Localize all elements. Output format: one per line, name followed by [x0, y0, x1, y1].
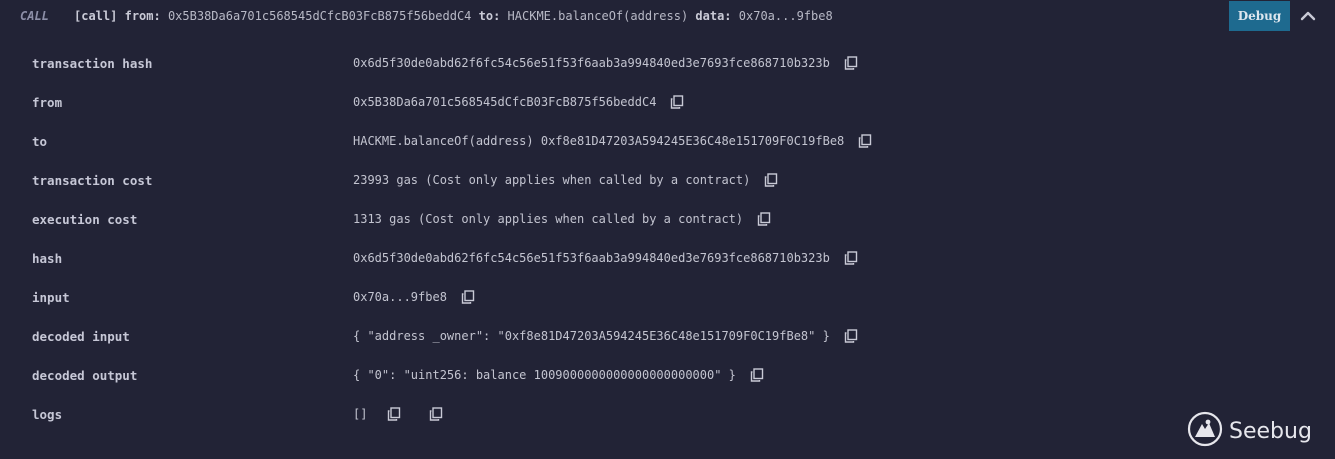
- detail-label: decoded input: [32, 329, 130, 344]
- copy-icon[interactable]: [757, 212, 771, 226]
- copy-icon[interactable]: [387, 407, 401, 421]
- detail-value-wrap: { "address _owner": "0xf8e81D47203A59424…: [353, 329, 858, 343]
- data-label: data:: [695, 9, 732, 23]
- detail-value-wrap: 0x5B38Da6a701c568545dCfcB03FcB875f56bedd…: [353, 95, 684, 109]
- detail-value-wrap: 23993 gas (Cost only applies when called…: [353, 173, 778, 187]
- detail-value-wrap: 1313 gas (Cost only applies when called …: [353, 212, 771, 226]
- copy-icon[interactable]: [461, 290, 475, 304]
- detail-value: 23993 gas (Cost only applies when called…: [353, 173, 751, 187]
- data-value: 0x70a...9fbe8: [738, 9, 833, 23]
- to-value: HACKME.balanceOf(address): [507, 9, 689, 23]
- copy-icon[interactable]: [844, 329, 858, 343]
- detail-row: input 0x70a...9fbe8: [0, 288, 1335, 308]
- detail-row: decoded output { "0": "uint256: balance 1…: [0, 366, 1335, 386]
- detail-label: transaction hash: [32, 56, 153, 71]
- from-label: from:: [124, 9, 161, 23]
- from-value: 0x5B38Da6a701c568545dCfcB03FcB875f56bedd…: [167, 9, 472, 23]
- detail-label: execution cost: [32, 212, 138, 227]
- detail-row: decoded input { "address _owner": "0xf8e8…: [0, 327, 1335, 347]
- detail-value-wrap: 0x70a...9fbe8: [353, 290, 475, 304]
- detail-label: transaction cost: [32, 173, 153, 188]
- detail-value: 1313 gas (Cost only applies when called …: [353, 212, 744, 226]
- detail-value-wrap: { "0": "uint256: balance 100900000000000…: [353, 368, 764, 382]
- chevron-up-icon[interactable]: [1298, 6, 1318, 26]
- seebug-watermark: Seebug: [1187, 411, 1317, 451]
- copy-icon[interactable]: [750, 368, 764, 382]
- detail-value-wrap: 0x6d5f30de0abd62f6fc54c56e51f53f6aab3a99…: [353, 56, 858, 70]
- detail-label: hash: [32, 251, 63, 266]
- transaction-header[interactable]: CALL [call] from: 0x5B38Da6a701c568545dC…: [0, 0, 1335, 32]
- detail-value: HACKME.balanceOf(address) 0xf8e81D47203A…: [353, 134, 845, 148]
- copy-icon[interactable]: [429, 407, 443, 421]
- detail-label: from: [32, 95, 63, 110]
- detail-row: transaction hash 0x6d5f30de0abd62f6fc54c5…: [0, 54, 1335, 74]
- detail-value-wrap: []: [353, 407, 443, 421]
- detail-value: { "address _owner": "0xf8e81D47203A59424…: [353, 329, 830, 343]
- detail-value: []: [353, 407, 368, 421]
- detail-value-wrap: HACKME.balanceOf(address) 0xf8e81D47203A…: [353, 134, 872, 148]
- detail-row: from 0x5B38Da6a701c568545dCfcB03FcB875f56…: [0, 93, 1335, 113]
- detail-value: 0x5B38Da6a701c568545dCfcB03FcB875f56bedd…: [353, 95, 657, 109]
- detail-label: decoded output: [32, 368, 138, 383]
- detail-row: execution cost 1313 gas (Cost only applie…: [0, 210, 1335, 230]
- detail-row: logs []: [0, 405, 1335, 425]
- debug-button[interactable]: Debug: [1229, 1, 1290, 31]
- copy-icon[interactable]: [844, 56, 858, 70]
- detail-value: 0x6d5f30de0abd62f6fc54c56e51f53f6aab3a99…: [353, 251, 830, 265]
- detail-row: to HACKME.balanceOf(address) 0xf8e81D4720…: [0, 132, 1335, 152]
- copy-icon[interactable]: [764, 173, 778, 187]
- seebug-logo-icon: [1187, 411, 1223, 451]
- call-type: [call]: [74, 9, 118, 23]
- detail-value-wrap: 0x6d5f30de0abd62f6fc54c56e51f53f6aab3a99…: [353, 251, 858, 265]
- detail-label: to: [32, 134, 48, 149]
- call-tag: CALL: [20, 9, 49, 23]
- detail-value: { "0": "uint256: balance 100900000000000…: [353, 368, 736, 382]
- transaction-summary: [call] from: 0x5B38Da6a701c568545dCfcB03…: [74, 9, 833, 23]
- detail-row: transaction cost 23993 gas (Cost only app…: [0, 171, 1335, 191]
- detail-value: 0x70a...9fbe8: [353, 290, 447, 304]
- detail-row: hash 0x6d5f30de0abd62f6fc54c56e51f53f6aab…: [0, 249, 1335, 269]
- detail-label: logs: [32, 407, 63, 422]
- to-label: to:: [478, 9, 501, 23]
- copy-icon[interactable]: [844, 251, 858, 265]
- detail-value: 0x6d5f30de0abd62f6fc54c56e51f53f6aab3a99…: [353, 56, 830, 70]
- detail-label: input: [32, 290, 70, 305]
- seebug-brand: Seebug: [1229, 418, 1312, 444]
- copy-icon[interactable]: [858, 134, 872, 148]
- copy-icon[interactable]: [670, 95, 684, 109]
